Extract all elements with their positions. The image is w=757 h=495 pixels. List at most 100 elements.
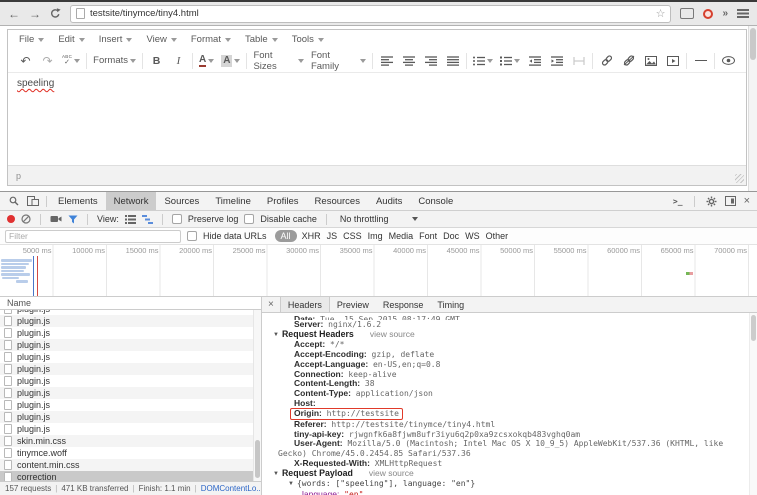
devtools-tab-timeline[interactable]: Timeline (207, 192, 259, 210)
disclosure-triangle-icon[interactable]: ▼ (273, 471, 279, 477)
type-filter-img[interactable]: Img (368, 231, 383, 241)
align-center-icon[interactable] (399, 52, 418, 70)
italic-button[interactable]: I (169, 52, 188, 70)
request-row[interactable]: plugin.js (0, 423, 261, 435)
link-icon[interactable] (597, 52, 616, 70)
type-filter-other[interactable]: Other (486, 231, 509, 241)
console-drawer-icon[interactable]: >_ (673, 197, 683, 206)
details-scrollbar[interactable] (749, 313, 757, 495)
scrollbar-thumb[interactable] (751, 315, 756, 341)
search-icon[interactable] (5, 196, 23, 206)
type-filter-all[interactable]: All (275, 230, 297, 242)
bookmark-star-icon[interactable]: ☆ (656, 7, 666, 20)
type-filter-doc[interactable]: Doc (443, 231, 459, 241)
request-row[interactable]: plugin.js (0, 315, 261, 327)
network-filter-input[interactable] (5, 230, 181, 243)
request-row[interactable]: plugin.js (0, 339, 261, 351)
view-source-link[interactable]: view source (370, 329, 415, 339)
align-right-icon[interactable] (421, 52, 440, 70)
align-justify-icon[interactable] (443, 52, 462, 70)
network-overview[interactable]: 5000 ms10000 ms15000 ms20000 ms25000 ms3… (0, 245, 757, 297)
element-path[interactable]: p (16, 171, 21, 181)
image-icon[interactable] (641, 52, 660, 70)
type-filter-js[interactable]: JS (327, 231, 338, 241)
devtools-tab-resources[interactable]: Resources (307, 192, 368, 210)
request-row[interactable]: plugin.js (0, 327, 261, 339)
undo-icon[interactable]: ↶ (16, 52, 35, 70)
preview-eye-icon[interactable] (719, 52, 738, 70)
devtools-tab-audits[interactable]: Audits (368, 192, 410, 210)
menu-format[interactable]: Format (184, 30, 238, 49)
close-icon[interactable]: × (744, 195, 750, 207)
request-row[interactable]: skin.min.css (0, 435, 261, 447)
view-list-icon[interactable] (125, 215, 136, 224)
redo-icon[interactable]: ↷ (38, 52, 57, 70)
menu-file[interactable]: File (12, 30, 51, 49)
request-row[interactable]: plugin.js (0, 387, 261, 399)
overflow-icon[interactable]: » (722, 8, 728, 19)
devtools-tab-network[interactable]: Network (106, 192, 157, 210)
menu-tools[interactable]: Tools (285, 30, 331, 49)
scrollbar-thumb[interactable] (255, 440, 260, 478)
devtools-tab-sources[interactable]: Sources (156, 192, 207, 210)
filter-funnel-icon[interactable] (68, 215, 78, 224)
request-row[interactable]: plugin.js (0, 351, 261, 363)
spellcheck-button[interactable]: ABC ✓ (60, 52, 82, 70)
hide-data-urls-checkbox[interactable] (187, 231, 197, 241)
back-icon[interactable]: ← (8, 8, 20, 20)
clear-icon[interactable] (21, 214, 31, 224)
request-row[interactable]: plugin.js (0, 363, 261, 375)
editor-content[interactable]: speeling (8, 72, 746, 165)
scrollbar-thumb[interactable] (750, 28, 756, 60)
view-waterfall-icon[interactable] (142, 215, 153, 224)
font-family-dropdown[interactable]: Font Family (309, 52, 368, 70)
request-row[interactable]: tinymce.woff (0, 447, 261, 459)
menu-view[interactable]: View (139, 30, 183, 49)
menu-edit[interactable]: Edit (51, 30, 91, 49)
extension-icon[interactable] (680, 8, 694, 19)
forward-icon[interactable]: → (29, 8, 41, 20)
menu-icon[interactable] (737, 9, 749, 18)
name-column-header[interactable]: Name (0, 297, 261, 310)
device-mode-icon[interactable] (23, 196, 43, 206)
type-filter-xhr[interactable]: XHR (302, 231, 321, 241)
gear-icon[interactable] (706, 196, 717, 207)
devtools-tab-elements[interactable]: Elements (50, 192, 106, 210)
address-bar[interactable]: testsite/tinymce/tiny4.html ☆ (70, 5, 671, 23)
details-tab-response[interactable]: Response (376, 297, 431, 312)
disclosure-triangle-icon[interactable]: ▼ (273, 332, 279, 338)
align-left-icon[interactable] (377, 52, 396, 70)
close-details-icon[interactable]: × (262, 299, 280, 310)
horizontal-rule-icon[interactable] (691, 52, 710, 70)
details-tab-timing[interactable]: Timing (430, 297, 471, 312)
requests-scrollbar[interactable] (253, 310, 261, 481)
media-icon[interactable] (663, 52, 682, 70)
decrease-indent-icon[interactable] (525, 52, 544, 70)
devtools-tab-console[interactable]: Console (410, 192, 461, 210)
devtools-tab-profiles[interactable]: Profiles (259, 192, 307, 210)
throttling-dropdown[interactable]: No throttling (340, 214, 419, 224)
text-color-button[interactable]: A (197, 52, 216, 70)
request-row[interactable]: plugin.js (0, 411, 261, 423)
record-icon[interactable] (7, 215, 15, 223)
numbered-list-button[interactable] (498, 52, 522, 70)
details-tab-preview[interactable]: Preview (330, 297, 376, 312)
type-filter-font[interactable]: Font (419, 231, 437, 241)
misspelled-word[interactable]: speeling (17, 78, 54, 89)
request-row[interactable]: content.min.css (0, 459, 261, 471)
view-source-link[interactable]: view source (369, 468, 414, 478)
formats-dropdown[interactable]: Formats (91, 52, 138, 70)
unlink-icon[interactable] (619, 52, 638, 70)
bullet-list-button[interactable] (471, 52, 495, 70)
details-tab-headers[interactable]: Headers (280, 297, 330, 312)
screenshot-camera-icon[interactable] (50, 215, 62, 223)
font-sizes-dropdown[interactable]: Font Sizes (251, 52, 306, 70)
menu-insert[interactable]: Insert (92, 30, 140, 49)
resize-grip[interactable] (735, 174, 744, 183)
bold-button[interactable]: B (147, 52, 166, 70)
record-extension-icon[interactable] (703, 9, 713, 19)
disclosure-triangle-icon[interactable]: ▼ (288, 481, 294, 487)
disable-cache-checkbox[interactable] (244, 214, 254, 224)
request-row[interactable]: correction (0, 471, 261, 481)
request-row[interactable]: plugin.js (0, 399, 261, 411)
